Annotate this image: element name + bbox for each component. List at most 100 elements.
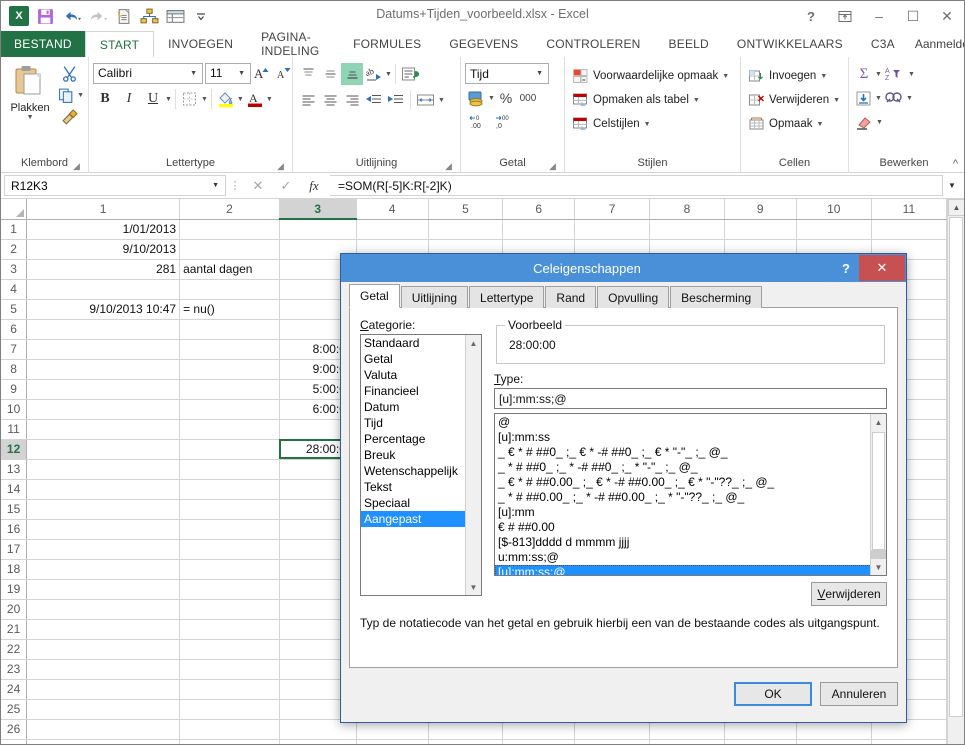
fill-color-dropdown-icon[interactable]: ▼: [237, 96, 244, 103]
row-header-26[interactable]: 26: [1, 719, 28, 740]
dialog-close-button[interactable]: ✕: [859, 255, 905, 281]
collapse-ribbon-button[interactable]: ^: [953, 158, 958, 170]
column-header-9[interactable]: 9: [724, 199, 797, 220]
type-option-4[interactable]: _ € * # ##0.00_ ;_ € * -# ##0.00_ ;_ € *…: [495, 475, 886, 490]
cell-r5c2[interactable]: = nu(): [179, 299, 280, 320]
column-header-4[interactable]: 4: [356, 199, 429, 220]
type-option-1[interactable]: [u]:mm:ss: [495, 430, 886, 445]
copy-dropdown-icon[interactable]: ▼: [77, 92, 84, 99]
cell-r6c2[interactable]: [179, 319, 280, 340]
copy-button[interactable]: [55, 84, 77, 106]
quick-print-icon[interactable]: [111, 5, 135, 27]
hierarchy-icon[interactable]: [137, 5, 161, 27]
type-option-9[interactable]: u:mm:ss;@: [495, 550, 886, 565]
cell-r21c2[interactable]: [179, 619, 280, 640]
tab-formules[interactable]: FORMULES: [339, 31, 435, 57]
cell-r27c9[interactable]: [724, 739, 797, 744]
decrease-decimal-button[interactable]: ,0 00: [491, 111, 517, 133]
cell-r10c1[interactable]: [26, 399, 181, 420]
column-header-3[interactable]: 3: [279, 199, 357, 220]
cell-r1c4[interactable]: [356, 219, 429, 240]
cell-r2c2[interactable]: [179, 239, 280, 260]
cell-r5c1[interactable]: 9/10/2013 10:47: [26, 299, 181, 320]
cell-r12c2[interactable]: [179, 439, 280, 460]
category-scroll-down-icon[interactable]: ▼: [466, 579, 481, 595]
row-header-9[interactable]: 9: [1, 379, 28, 400]
accounting-format-button[interactable]: [465, 87, 488, 109]
row-header-5[interactable]: 5: [1, 299, 28, 320]
row-header-12[interactable]: 12: [1, 439, 28, 460]
increase-font-size-button[interactable]: A: [251, 62, 273, 84]
cell-r8c2[interactable]: [179, 359, 280, 380]
row-header-8[interactable]: 8: [1, 359, 28, 380]
fill-color-button[interactable]: [215, 88, 237, 110]
cell-r1c8[interactable]: [649, 219, 725, 240]
name-box-chevron-down-icon[interactable]: ▼: [206, 182, 225, 189]
cell-r27c4[interactable]: [356, 739, 429, 744]
vertical-scroll-thumb[interactable]: [949, 217, 963, 717]
cell-r9c1[interactable]: [26, 379, 181, 400]
font-size-chevron-down-icon[interactable]: ▼: [233, 70, 250, 77]
column-header-5[interactable]: 5: [428, 199, 504, 220]
cell-r15c1[interactable]: [26, 499, 181, 520]
category-item-breuk[interactable]: Breuk: [361, 447, 481, 463]
save-icon[interactable]: [33, 5, 57, 27]
percent-format-button[interactable]: %: [495, 87, 517, 109]
format-painter-button[interactable]: [55, 106, 84, 128]
expand-formula-bar-icon[interactable]: ▼: [943, 175, 961, 196]
align-middle-button[interactable]: [319, 63, 341, 85]
cell-r12c1[interactable]: [26, 439, 181, 460]
conditional-formatting-dropdown-icon[interactable]: ▼: [722, 73, 729, 80]
cell-r25c1[interactable]: [26, 699, 181, 720]
cell-r27c8[interactable]: [649, 739, 725, 744]
scroll-up-button[interactable]: ▲: [948, 199, 964, 216]
column-header-10[interactable]: 10: [796, 199, 872, 220]
clear-dropdown-icon[interactable]: ▼: [876, 119, 883, 126]
cell-r1c10[interactable]: [796, 219, 872, 240]
row-header-1[interactable]: 1: [1, 219, 28, 240]
row-header-7[interactable]: 7: [1, 339, 28, 360]
category-item-tijd[interactable]: Tijd: [361, 415, 481, 431]
cell-r17c1[interactable]: [26, 539, 181, 560]
row-header-15[interactable]: 15: [1, 499, 28, 520]
row-header-21[interactable]: 21: [1, 619, 28, 640]
font-color-button[interactable]: A: [244, 88, 266, 110]
row-header-3[interactable]: 3: [1, 259, 28, 280]
row-header-18[interactable]: 18: [1, 559, 28, 580]
font-size-combo[interactable]: 11 ▼: [205, 62, 251, 84]
cell-r27c5[interactable]: [428, 739, 504, 744]
cell-r10c2[interactable]: [179, 399, 280, 420]
category-item-speciaal[interactable]: Speciaal: [361, 495, 481, 511]
category-scroll-up-icon[interactable]: ▲: [466, 335, 481, 351]
lettertype-dialog-launcher-icon[interactable]: ◢: [275, 161, 286, 172]
type-option-7[interactable]: € # ##0.00: [495, 520, 886, 535]
tab-beeld[interactable]: BEELD: [655, 31, 723, 57]
type-input[interactable]: [u]:mm:ss;@: [494, 388, 887, 409]
row-header-17[interactable]: 17: [1, 539, 28, 560]
number-format-chevron-down-icon[interactable]: ▼: [531, 70, 548, 77]
tab-bestand[interactable]: BESTAND: [1, 31, 85, 57]
cell-r23c1[interactable]: [26, 659, 181, 680]
type-option-5[interactable]: _ * # ##0.00_ ;_ * -# ##0.00_ ;_ * "-"??…: [495, 490, 886, 505]
align-right-button[interactable]: [341, 89, 363, 111]
cell-r3c2[interactable]: aantal dagen: [179, 259, 280, 280]
cell-r24c2[interactable]: [179, 679, 280, 700]
cell-r18c2[interactable]: [179, 559, 280, 580]
dialog-tab-lettertype[interactable]: Lettertype: [469, 286, 545, 308]
cell-styles-dropdown-icon[interactable]: ▼: [644, 121, 651, 128]
column-header-8[interactable]: 8: [649, 199, 725, 220]
column-header-6[interactable]: 6: [502, 199, 576, 220]
insert-cells-dropdown-icon[interactable]: ▼: [820, 73, 827, 80]
row-header-6[interactable]: 6: [1, 319, 28, 340]
row-header-22[interactable]: 22: [1, 639, 28, 660]
category-item-datum[interactable]: Datum: [361, 399, 481, 415]
fill-dropdown-icon[interactable]: ▼: [875, 95, 882, 102]
customize-qat-icon[interactable]: [189, 5, 213, 27]
cell-r24c1[interactable]: [26, 679, 181, 700]
paste-dropdown-icon[interactable]: ▼: [27, 114, 34, 121]
row-header-11[interactable]: 11: [1, 419, 28, 440]
form-icon[interactable]: [163, 5, 187, 27]
underline-button[interactable]: U: [141, 88, 165, 110]
dialog-tab-bescherming[interactable]: Bescherming: [670, 286, 763, 308]
cell-r23c2[interactable]: [179, 659, 280, 680]
